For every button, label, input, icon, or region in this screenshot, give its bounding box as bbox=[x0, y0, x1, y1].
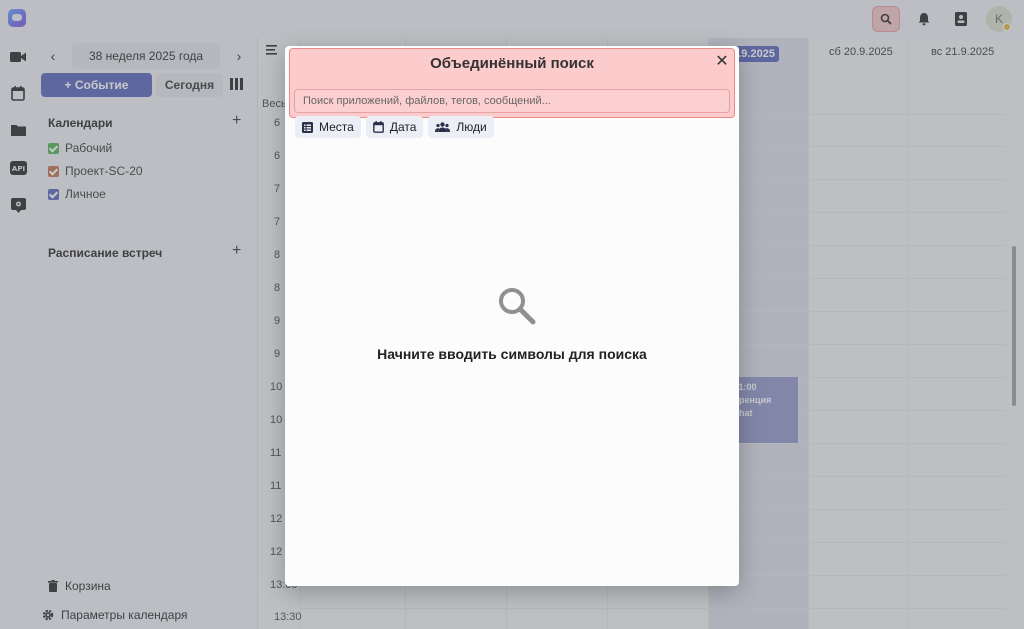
chip-label: Люди bbox=[456, 120, 487, 134]
search-header: Объединённый поиск ✕ bbox=[289, 48, 735, 118]
filter-date-button[interactable]: Дата bbox=[365, 116, 424, 138]
modal-title: Объединённый поиск bbox=[430, 55, 594, 72]
filter-people-button[interactable]: Люди bbox=[428, 116, 494, 138]
search-input[interactable] bbox=[294, 89, 730, 113]
list-icon bbox=[302, 121, 313, 133]
search-modal: Объединённый поиск ✕ Места Дата Люди Нач… bbox=[285, 46, 739, 586]
search-empty-icon bbox=[499, 288, 536, 325]
filter-places-button[interactable]: Места bbox=[295, 116, 361, 138]
chip-label: Дата bbox=[389, 120, 417, 134]
empty-state-text: Начните вводить символы для поиска bbox=[377, 346, 647, 362]
chip-label: Места bbox=[319, 120, 354, 134]
filter-chips: Места Дата Люди bbox=[295, 116, 494, 138]
calendar-icon bbox=[372, 121, 384, 133]
people-icon bbox=[435, 122, 451, 132]
close-icon[interactable]: ✕ bbox=[714, 53, 730, 70]
